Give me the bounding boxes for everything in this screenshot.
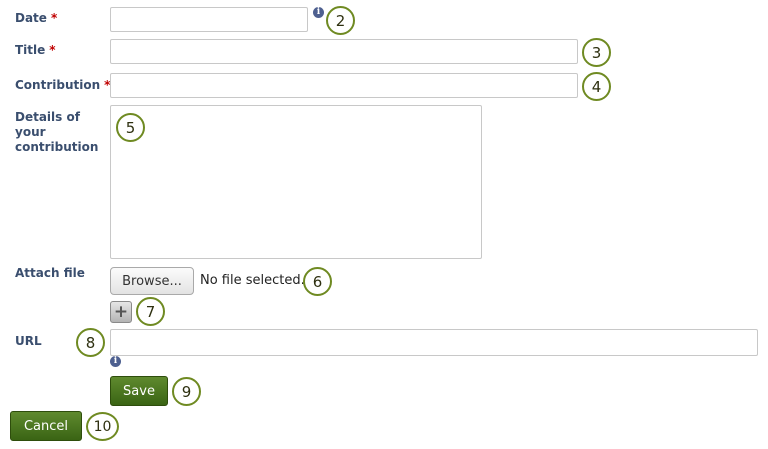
callout-9: 9: [172, 377, 201, 406]
date-label: Date *: [15, 11, 57, 26]
callout-8: 8: [76, 328, 105, 357]
plus-icon: +: [113, 301, 129, 322]
callout-7: 7: [136, 297, 165, 326]
callout-4: 4: [582, 72, 611, 101]
contribution-label-text: Contribution: [15, 78, 101, 92]
date-input[interactable]: [110, 7, 308, 32]
title-label: Title *: [15, 43, 56, 58]
title-label-text: Title: [15, 43, 46, 57]
cancel-button[interactable]: Cancel: [10, 411, 82, 441]
add-attachment-button[interactable]: +: [110, 301, 132, 323]
file-status-text: No file selected.: [200, 273, 305, 288]
date-info-icon[interactable]: i: [313, 7, 324, 18]
url-info-icon[interactable]: i: [110, 356, 121, 367]
details-label: Details of your contribution: [15, 110, 99, 154]
url-label: URL: [15, 334, 42, 348]
callout-3: 3: [582, 38, 611, 67]
required-marker: *: [50, 11, 58, 25]
callout-2: 2: [326, 6, 355, 35]
browse-button[interactable]: Browse...: [110, 267, 194, 295]
callout-10: 10: [86, 412, 119, 441]
details-textarea[interactable]: [110, 105, 482, 259]
contribution-label: Contribution *: [15, 78, 110, 93]
callout-6: 6: [303, 267, 332, 296]
url-input[interactable]: [110, 329, 758, 356]
attach-file-label: Attach file: [15, 266, 85, 280]
title-input[interactable]: [110, 39, 578, 64]
contribution-input[interactable]: [110, 73, 578, 98]
callout-5: 5: [116, 113, 145, 142]
save-button[interactable]: Save: [110, 376, 168, 406]
required-marker: *: [49, 43, 56, 57]
date-label-text: Date: [15, 11, 47, 25]
